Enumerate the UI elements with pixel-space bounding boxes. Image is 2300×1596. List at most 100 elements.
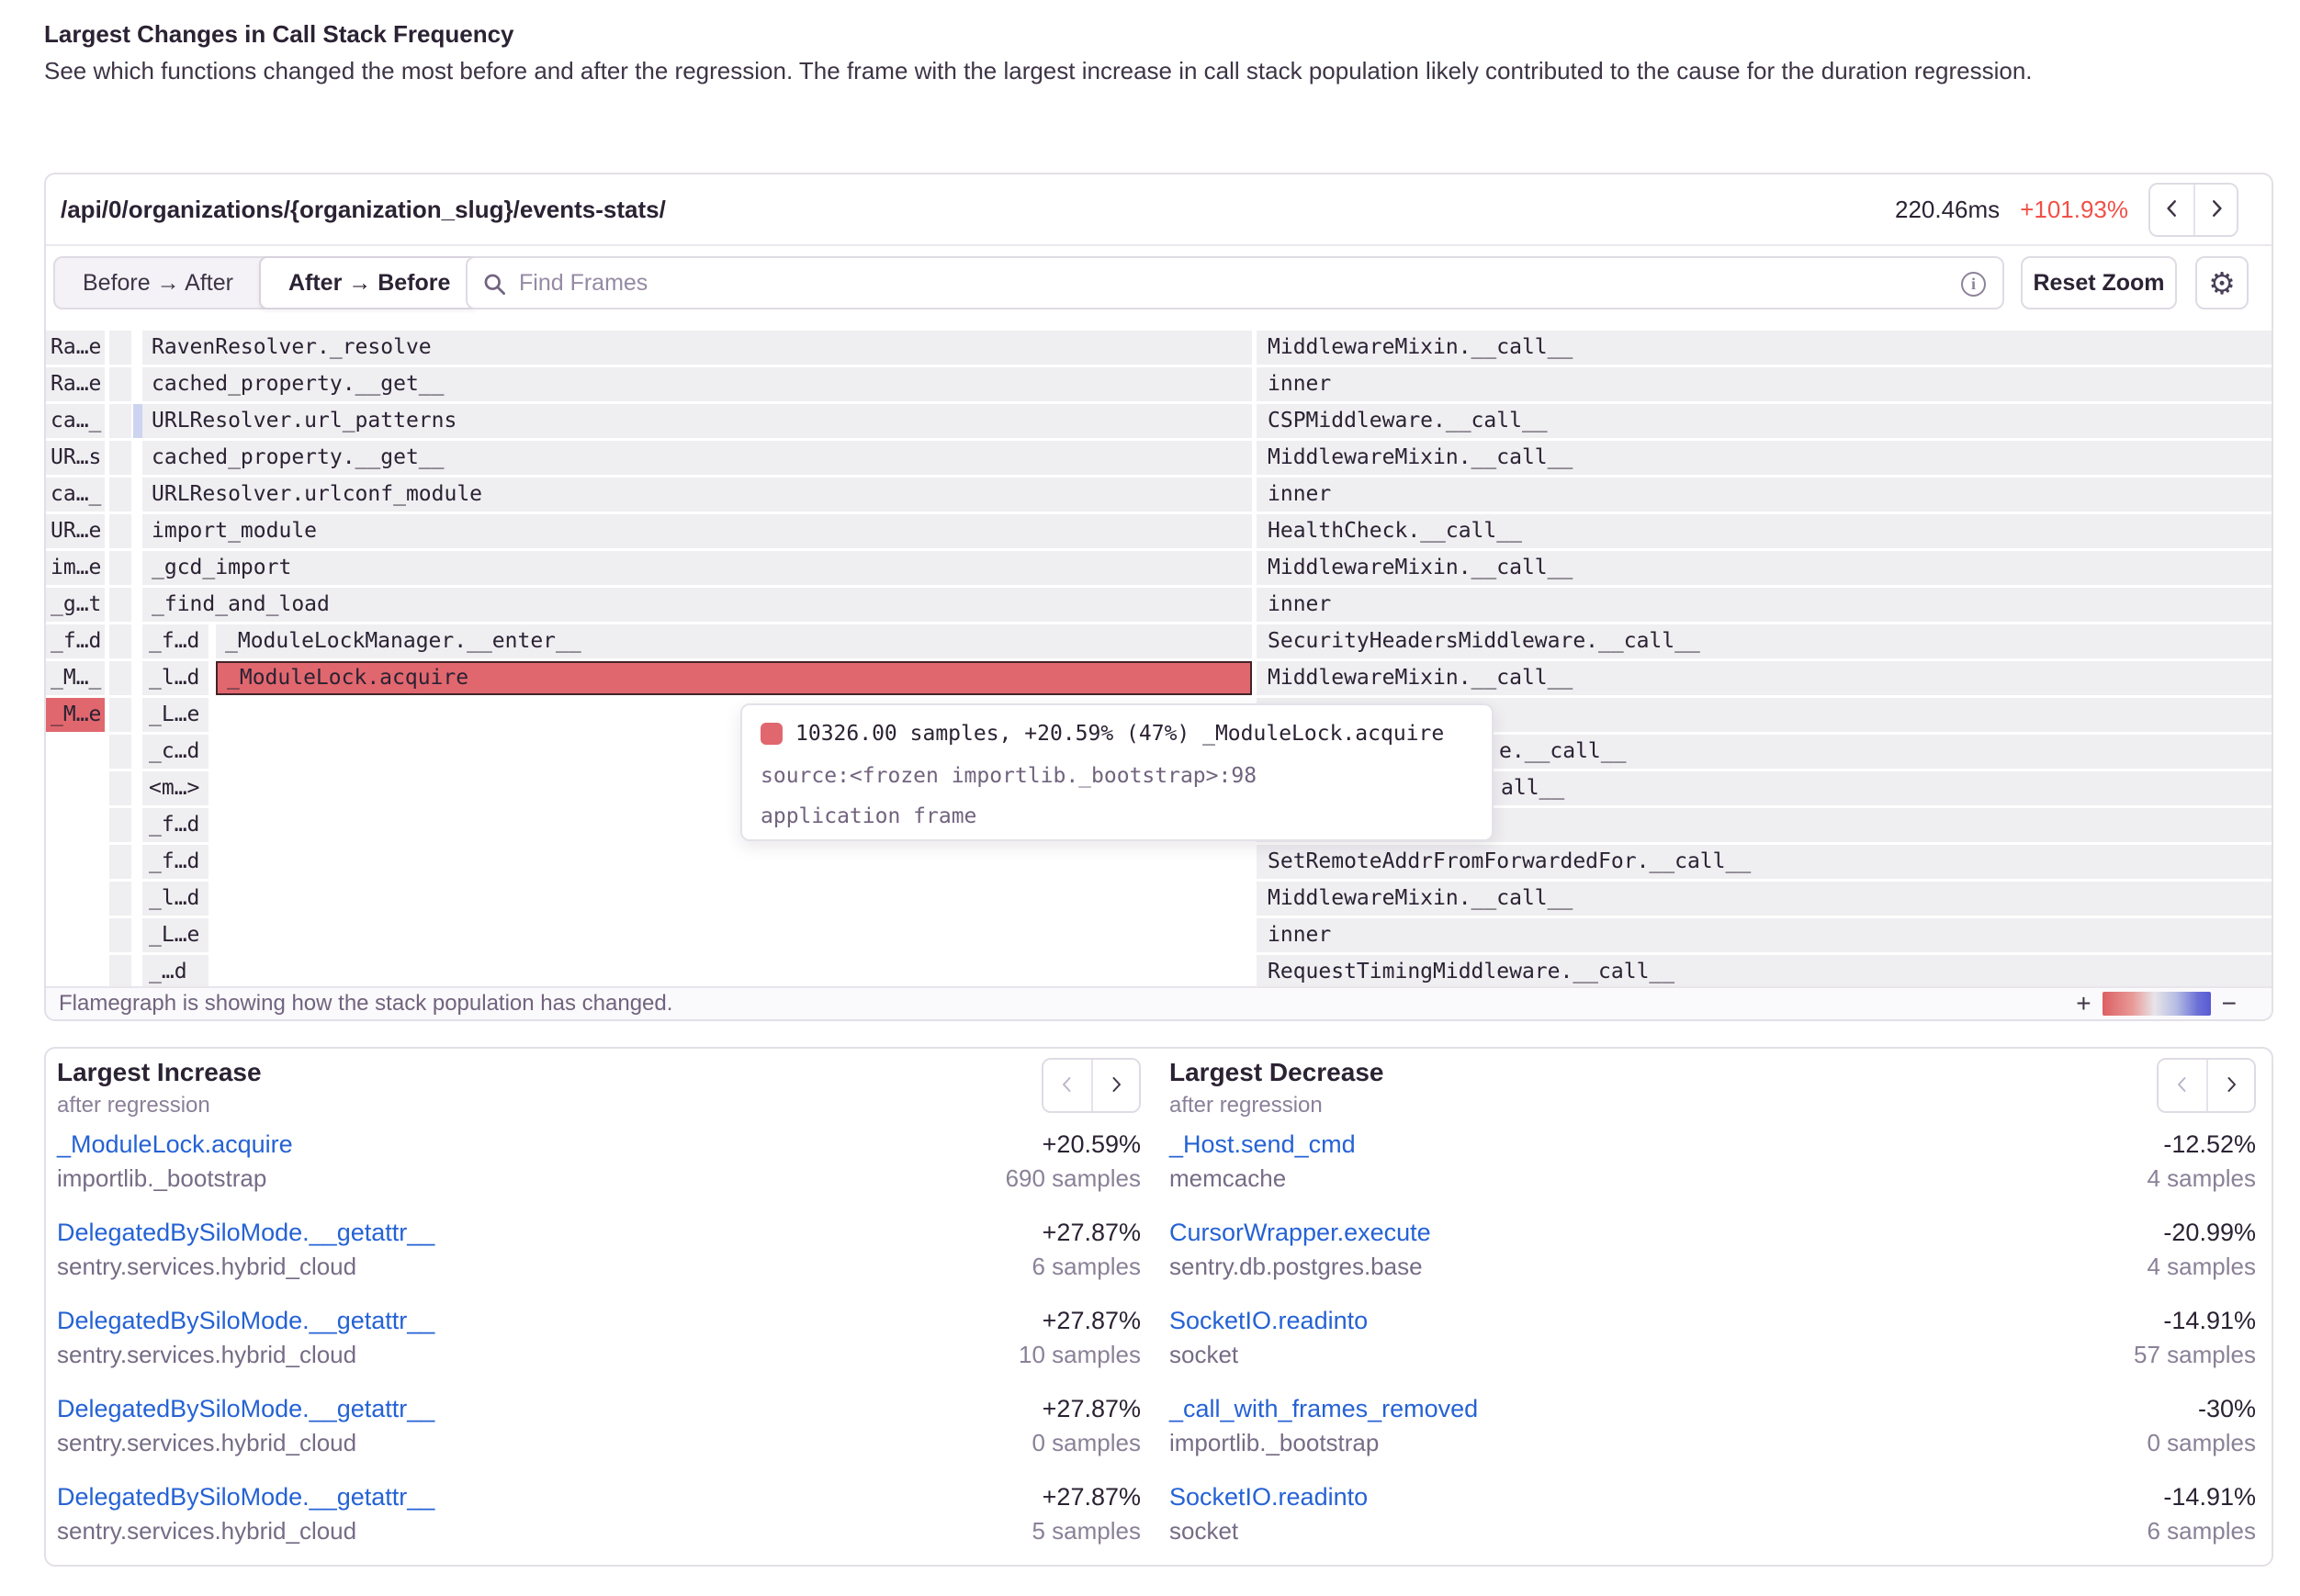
flamegraph-frame-main[interactable]: _gcd_import: [142, 551, 1252, 585]
flamegraph-frame-mini[interactable]: [109, 735, 131, 769]
function-change-entry: _Host.send_cmd-12.52%memcache4 samples: [1169, 1126, 2256, 1196]
flamegraph-frame-main[interactable]: _find_and_load: [142, 588, 1252, 622]
flamegraph-frame-mini[interactable]: [109, 514, 131, 548]
flamegraph-frame-right[interactable]: inner: [1257, 478, 2272, 511]
frame-color-swatch-icon: [761, 723, 783, 745]
flamegraph-frame-right[interactable]: MiddlewareMixin.__call__: [1257, 331, 2272, 365]
flamegraph-frame-main[interactable]: RavenResolver._resolve: [142, 331, 1252, 365]
flamegraph-frame-mini[interactable]: [109, 441, 131, 475]
flamegraph-frame-main[interactable]: cached_property.__get__: [142, 441, 1252, 475]
flamegraph-frame-mini[interactable]: [109, 771, 131, 805]
flamegraph-frame-main[interactable]: import_module: [142, 514, 1252, 548]
flamegraph-frame-small[interactable]: [133, 404, 142, 438]
flamegraph-frame-right[interactable]: RequestTimingMiddleware.__call__: [1257, 955, 2272, 989]
flamegraph-frame-sub[interactable]: _l…d: [142, 661, 209, 695]
function-link[interactable]: DelegatedBySiloMode.__getattr__: [57, 1219, 434, 1247]
flamegraph-frame-main[interactable]: URLResolver.url_patterns: [142, 404, 1252, 438]
flamegraph-frame-sub[interactable]: _…d: [142, 955, 209, 989]
flamegraph-frame-right[interactable]: inner: [1257, 367, 2272, 401]
function-link[interactable]: _call_with_frames_removed: [1169, 1395, 1478, 1423]
flamegraph-frame-left[interactable]: Ra…e: [46, 331, 105, 365]
function-change-entry: _call_with_frames_removed-30%importlib._…: [1169, 1390, 2256, 1460]
info-icon[interactable]: i: [1961, 272, 1986, 297]
flamegraph-frame-left[interactable]: ca…_: [46, 404, 105, 438]
prev-endpoint-button[interactable]: [2150, 185, 2193, 235]
flamegraph-frame-sub[interactable]: _c…d: [142, 735, 209, 769]
flamegraph-frame-sub[interactable]: _l…d: [142, 882, 209, 916]
function-link[interactable]: _Host.send_cmd: [1169, 1130, 1356, 1159]
flamegraph-frame-right[interactable]: CSPMiddleware.__call__: [1257, 404, 2272, 438]
page-title: Largest Changes in Call Stack Frequency: [44, 20, 514, 49]
flamegraph-frame-mini[interactable]: [109, 588, 131, 622]
function-link[interactable]: CursorWrapper.execute: [1169, 1219, 1431, 1247]
settings-button[interactable]: ⚙: [2195, 256, 2249, 309]
function-link[interactable]: DelegatedBySiloMode.__getattr__: [57, 1395, 434, 1423]
flamegraph-frame-mini[interactable]: [109, 551, 131, 585]
function-link[interactable]: SocketIO.readinto: [1169, 1307, 1368, 1335]
flamegraph-frame-right[interactable]: MiddlewareMixin.__call__: [1257, 551, 2272, 585]
flamegraph-frame-sub[interactable]: _f…d: [142, 808, 209, 842]
flamegraph-frame-left[interactable]: _f…d: [46, 624, 105, 658]
increase-next-button[interactable]: [1091, 1060, 1139, 1111]
flamegraph-frame-sub[interactable]: _L…e: [142, 698, 209, 732]
function-link[interactable]: DelegatedBySiloMode.__getattr__: [57, 1307, 434, 1335]
decrease-prev-button[interactable]: [2159, 1060, 2206, 1111]
flamegraph-frame-sub[interactable]: _f…d: [142, 624, 209, 658]
flamegraph[interactable]: Ra…eRavenResolver._resolveMiddlewareMixi…: [46, 331, 2275, 992]
flamegraph-frame-right[interactable]: HealthCheck.__call__: [1257, 514, 2272, 548]
toggle-before-after[interactable]: Before → After: [55, 258, 261, 308]
flamegraph-frame-left[interactable]: ca…_: [46, 478, 105, 511]
function-change-entry: SocketIO.readinto-14.91%socket57 samples: [1169, 1302, 2256, 1372]
flamegraph-frame-sub[interactable]: _f…d: [142, 845, 209, 879]
flamegraph-frame-right[interactable]: MiddlewareMixin.__call__: [1257, 441, 2272, 475]
flamegraph-frame-left[interactable]: _g…t: [46, 588, 105, 622]
flamegraph-frame-left[interactable]: UR…s: [46, 441, 105, 475]
flamegraph-frame-right[interactable]: SetRemoteAddrFromForwardedFor.__call__: [1257, 845, 2272, 879]
decrease-next-button[interactable]: [2206, 1060, 2254, 1111]
sample-count: 6 samples: [1032, 1253, 1142, 1281]
flamegraph-frame-mini[interactable]: [109, 478, 131, 511]
flamegraph-frame-left[interactable]: Ra…e: [46, 367, 105, 401]
increase-prev-button[interactable]: [1043, 1060, 1091, 1111]
flamegraph-frame-main[interactable]: URLResolver.urlconf_module: [142, 478, 1252, 511]
function-link[interactable]: DelegatedBySiloMode.__getattr__: [57, 1483, 434, 1512]
function-link[interactable]: SocketIO.readinto: [1169, 1483, 1368, 1512]
flamegraph-frame-left[interactable]: _M…_: [46, 661, 105, 695]
flamegraph-frame-left[interactable]: UR…e: [46, 514, 105, 548]
flamegraph-frame-mini[interactable]: [109, 331, 131, 365]
flamegraph-frame-right[interactable]: SecurityHeadersMiddleware.__call__: [1257, 624, 2272, 658]
flamegraph-frame-left[interactable]: im…e: [46, 551, 105, 585]
flamegraph-frame-mini[interactable]: [109, 955, 131, 989]
flamegraph-frame-main[interactable]: _ModuleLock.acquire: [216, 661, 1252, 695]
flamegraph-frame-mini[interactable]: [109, 698, 131, 732]
flamegraph-frame-mini[interactable]: [109, 661, 131, 695]
flamegraph-frame-main[interactable]: _ModuleLockManager.__enter__: [216, 624, 1252, 658]
chevron-right-icon: [2222, 1075, 2240, 1096]
find-frames-input[interactable]: [468, 258, 2002, 308]
flamegraph-frame-mini[interactable]: [109, 624, 131, 658]
toggle-after-before[interactable]: After → Before: [259, 256, 479, 309]
reset-zoom-button[interactable]: Reset Zoom: [2021, 256, 2177, 309]
flamegraph-frame-mini[interactable]: [109, 808, 131, 842]
flamegraph-frame-mini[interactable]: [109, 918, 131, 952]
frame-tooltip: 10326.00 samples, +20.59% (47%) _ModuleL…: [740, 703, 1494, 841]
flamegraph-frame-left[interactable]: _M…e: [46, 698, 105, 732]
flamegraph-frame-mini[interactable]: [109, 882, 131, 916]
next-endpoint-button[interactable]: [2193, 185, 2237, 235]
flamegraph-frame-mini[interactable]: [109, 404, 131, 438]
function-change-entry: CursorWrapper.execute-20.99%sentry.db.po…: [1169, 1214, 2256, 1284]
page-description: See which functions changed the most bef…: [44, 52, 2184, 90]
flamegraph-frame-sub[interactable]: _L…e: [142, 918, 209, 952]
flamegraph-frame-mini[interactable]: [109, 845, 131, 879]
flamegraph-frame-right[interactable]: MiddlewareMixin.__call__: [1257, 882, 2272, 916]
flamegraph-frame-right[interactable]: MiddlewareMixin.__call__: [1257, 661, 2272, 695]
function-change-entry: _ModuleLock.acquire+20.59%importlib._boo…: [57, 1126, 1141, 1196]
flamegraph-frame-sub[interactable]: <m…>: [142, 771, 209, 805]
function-link[interactable]: _ModuleLock.acquire: [57, 1130, 293, 1159]
sample-count: 0 samples: [1032, 1429, 1142, 1457]
flamegraph-frame-right[interactable]: inner: [1257, 588, 2272, 622]
flamegraph-frame-right[interactable]: inner: [1257, 918, 2272, 952]
flamegraph-frame-main[interactable]: cached_property.__get__: [142, 367, 1252, 401]
flamegraph-frame-mini[interactable]: [109, 367, 131, 401]
change-percent: -12.52%: [2163, 1130, 2256, 1159]
